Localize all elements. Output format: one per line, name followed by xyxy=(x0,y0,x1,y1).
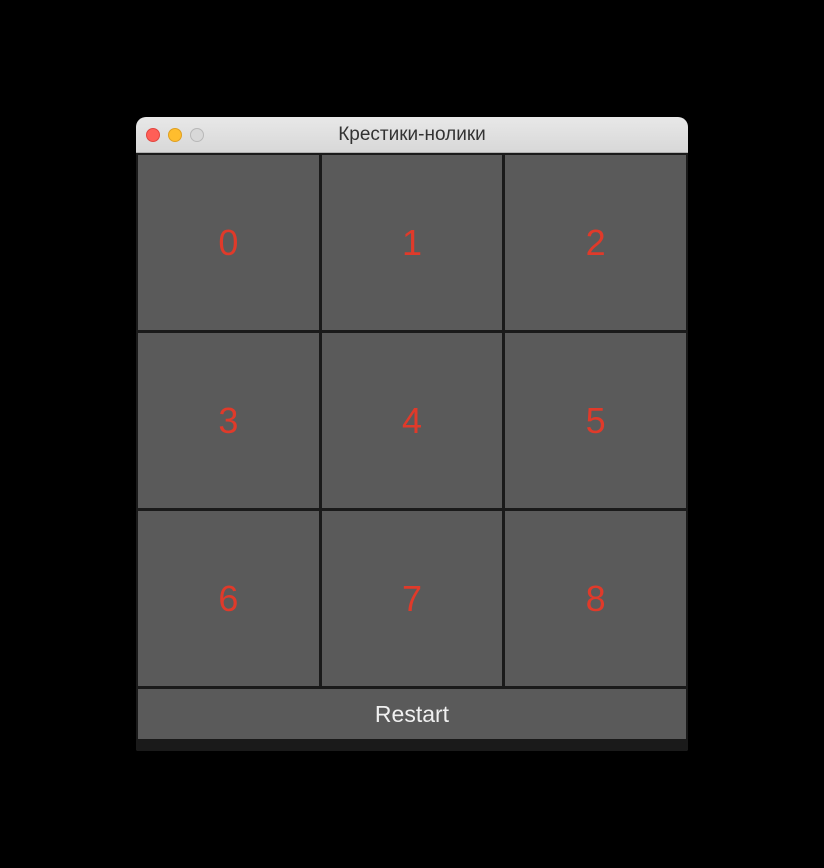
traffic-lights xyxy=(146,128,204,142)
minimize-icon[interactable] xyxy=(168,128,182,142)
maximize-icon xyxy=(190,128,204,142)
close-icon[interactable] xyxy=(146,128,160,142)
grid-cell-7[interactable]: 7 xyxy=(322,511,503,686)
bottom-border xyxy=(136,741,688,751)
titlebar: Крестики-нолики xyxy=(136,117,688,153)
grid-cell-4[interactable]: 4 xyxy=(322,333,503,508)
grid-cell-2[interactable]: 2 xyxy=(505,155,686,330)
game-content: 0 1 2 3 4 5 6 7 8 Restart xyxy=(136,153,688,741)
grid-cell-1[interactable]: 1 xyxy=(322,155,503,330)
window-title: Крестики-нолики xyxy=(136,124,688,146)
app-window: Крестики-нолики 0 1 2 3 4 5 6 7 8 Restar… xyxy=(136,117,688,751)
game-grid: 0 1 2 3 4 5 6 7 8 xyxy=(138,155,686,686)
grid-cell-0[interactable]: 0 xyxy=(138,155,319,330)
grid-cell-5[interactable]: 5 xyxy=(505,333,686,508)
grid-cell-6[interactable]: 6 xyxy=(138,511,319,686)
grid-cell-3[interactable]: 3 xyxy=(138,333,319,508)
grid-cell-8[interactable]: 8 xyxy=(505,511,686,686)
restart-button[interactable]: Restart xyxy=(138,689,686,739)
